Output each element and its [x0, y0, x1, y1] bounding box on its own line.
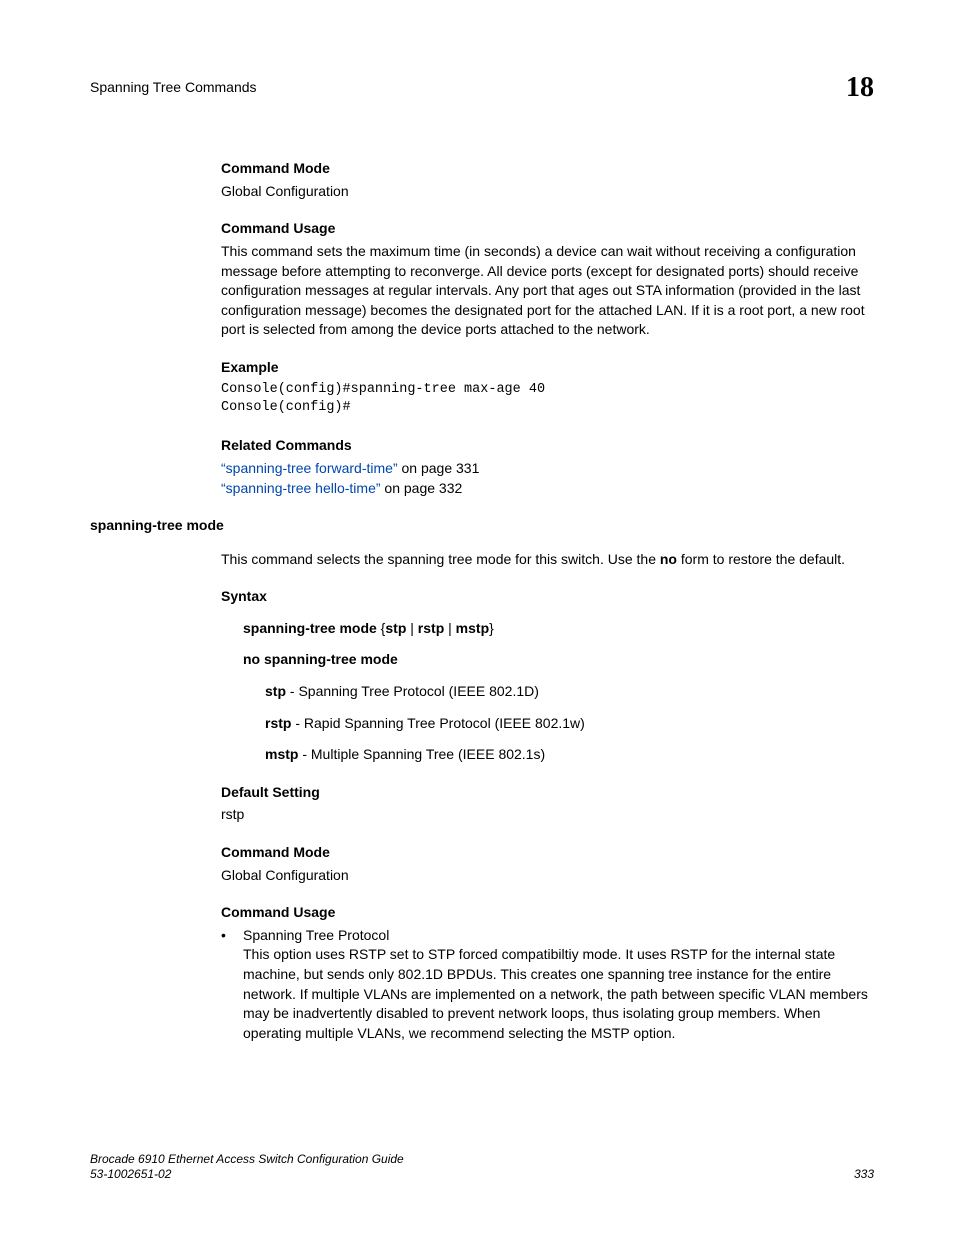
footer-doc-title: Brocade 6910 Ethernet Access Switch Conf…	[90, 1152, 404, 1168]
page-header: Spanning Tree Commands 18	[90, 68, 874, 107]
command-usage-body: This command sets the maximum time (in s…	[221, 242, 874, 340]
opt-desc: - Multiple Spanning Tree (IEEE 802.1s)	[298, 746, 545, 762]
command-usage-heading-2: Command Usage	[221, 903, 874, 923]
syntax-pipe: |	[406, 620, 417, 636]
related-command-link-2: “spanning-tree hello-time” on page 332	[221, 479, 874, 499]
bullet-content: Spanning Tree Protocol This option uses …	[243, 926, 874, 1044]
syntax-option-mstp: mstp - Multiple Spanning Tree (IEEE 802.…	[265, 745, 874, 765]
syntax-rstp: rstp	[418, 620, 444, 636]
command-mode-heading: Command Mode	[221, 159, 874, 179]
command-mode-heading-2: Command Mode	[221, 843, 874, 863]
default-setting-body: rstp	[221, 805, 874, 825]
command-intro: This command selects the spanning tree m…	[221, 550, 874, 570]
syntax-line-2: no spanning-tree mode	[243, 650, 874, 670]
related-command-link-1: “spanning-tree forward-time” on page 331	[221, 459, 874, 479]
syntax-cmd: spanning-tree mode	[243, 620, 377, 636]
example-heading: Example	[221, 358, 874, 378]
link-forward-time[interactable]: “spanning-tree forward-time”	[221, 460, 398, 476]
link-suffix: on page 332	[381, 480, 463, 496]
bullet-title: Spanning Tree Protocol	[243, 926, 874, 946]
link-hello-time[interactable]: “spanning-tree hello-time”	[221, 480, 381, 496]
command-usage-heading: Command Usage	[221, 219, 874, 239]
command-mode-body-2: Global Configuration	[221, 866, 874, 886]
opt-desc: - Spanning Tree Protocol (IEEE 802.1D)	[286, 683, 539, 699]
intro-pre: This command selects the spanning tree m…	[221, 551, 660, 567]
bullet-icon: •	[221, 926, 243, 1044]
default-setting-heading: Default Setting	[221, 783, 874, 803]
header-section-title: Spanning Tree Commands	[90, 78, 257, 98]
opt-desc: - Rapid Spanning Tree Protocol (IEEE 802…	[291, 715, 584, 731]
footer-doc-number: 53-1002651-02	[90, 1167, 404, 1183]
chapter-number: 18	[846, 68, 874, 107]
intro-bold: no	[660, 551, 677, 567]
page-footer: Brocade 6910 Ethernet Access Switch Conf…	[90, 1152, 874, 1183]
bullet-body: This option uses RSTP set to STP forced …	[243, 945, 874, 1043]
opt-label: mstp	[265, 746, 298, 762]
syntax-brace: }	[489, 620, 494, 636]
syntax-stp: stp	[385, 620, 406, 636]
syntax-option-stp: stp - Spanning Tree Protocol (IEEE 802.1…	[265, 682, 874, 702]
syntax-option-rstp: rstp - Rapid Spanning Tree Protocol (IEE…	[265, 714, 874, 734]
link-suffix: on page 331	[398, 460, 480, 476]
opt-label: rstp	[265, 715, 291, 731]
footer-page-number: 333	[854, 1166, 874, 1183]
command-name-heading: spanning-tree mode	[90, 516, 874, 536]
example-code: Console(config)#spanning-tree max-age 40…	[221, 381, 874, 419]
syntax-mstp: mstp	[456, 620, 489, 636]
syntax-heading: Syntax	[221, 587, 874, 607]
related-commands-heading: Related Commands	[221, 436, 874, 456]
command-mode-body: Global Configuration	[221, 182, 874, 202]
intro-post: form to restore the default.	[677, 551, 845, 567]
syntax-line-1: spanning-tree mode {stp | rstp | mstp}	[243, 619, 874, 639]
usage-bullet-item: • Spanning Tree Protocol This option use…	[221, 926, 874, 1044]
opt-label: stp	[265, 683, 286, 699]
syntax-pipe: |	[444, 620, 455, 636]
